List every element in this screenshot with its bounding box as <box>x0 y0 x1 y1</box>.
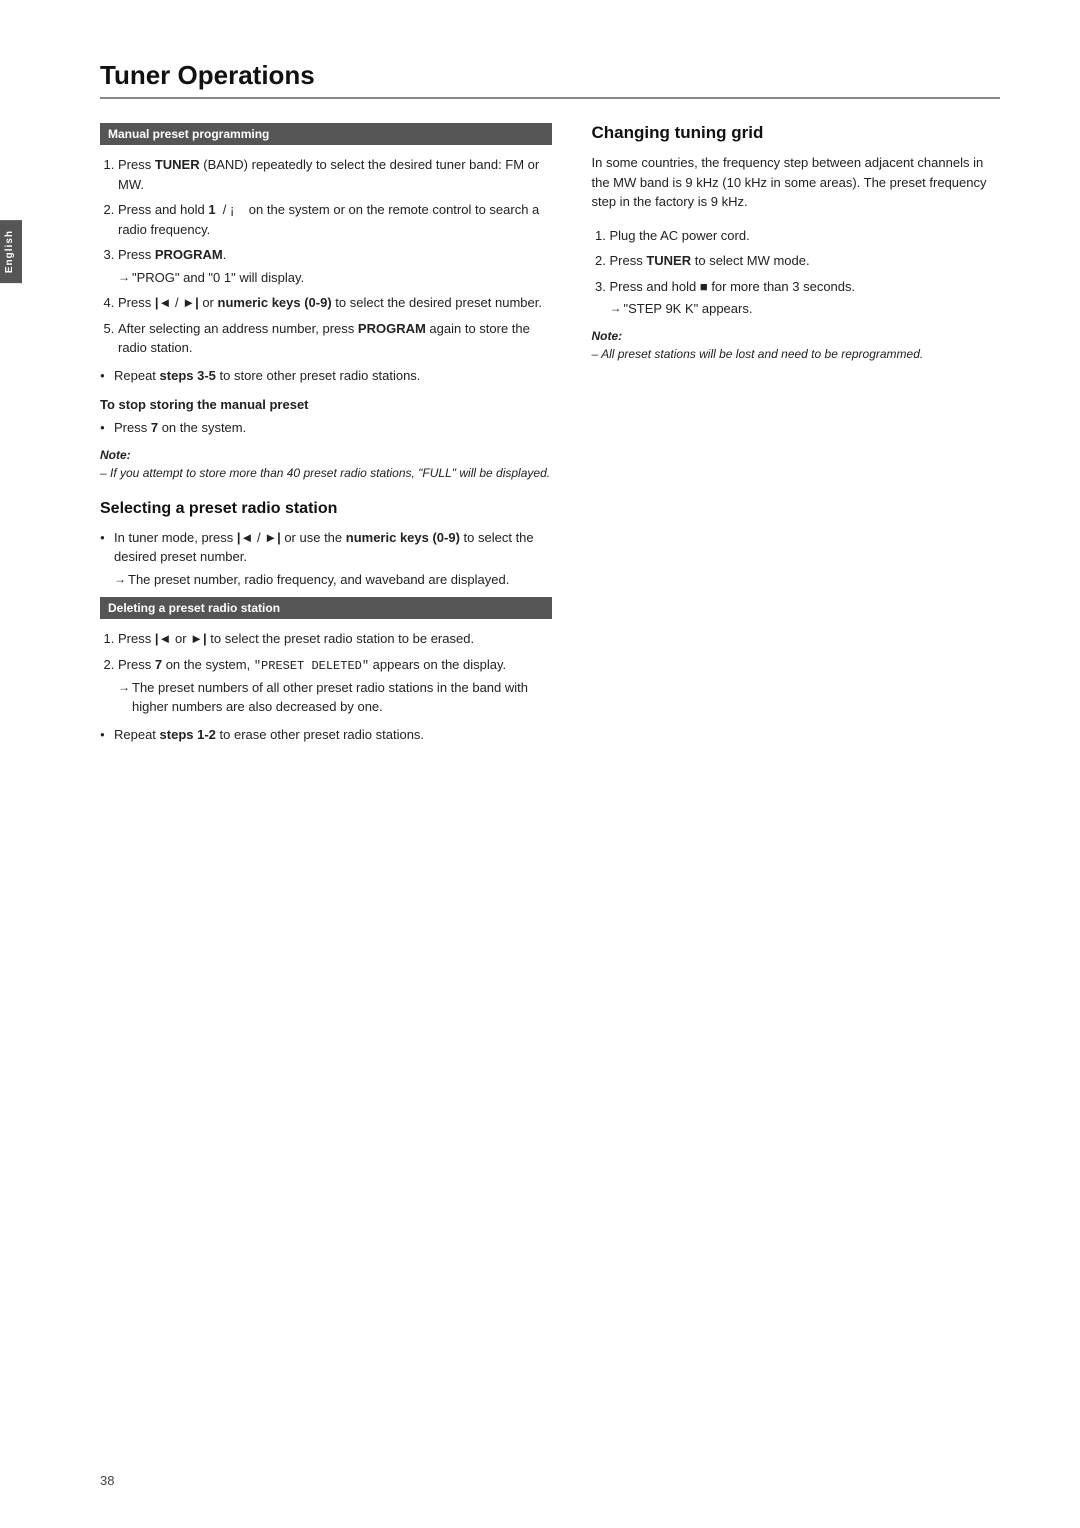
selecting-preset-title: Selecting a preset radio station <box>100 500 552 518</box>
arrow-note-step: "STEP 9K K" appears. <box>610 299 1001 319</box>
changing-tuning-intro: In some countries, the frequency step be… <box>592 153 1001 212</box>
numeric-keys-bold: numeric keys (0-9) <box>218 295 332 310</box>
deleting-preset-steps: Press |◄ or ►| to select the preset radi… <box>100 629 552 717</box>
7-bold: 7 <box>151 420 158 435</box>
language-tab: English <box>0 220 22 283</box>
list-item: Press 7 on the system, "PRESET DELETED" … <box>118 655 552 717</box>
changing-tuning-title: Changing tuning grid <box>592 123 1001 143</box>
left-column: Manual preset programming Press TUNER (B… <box>100 123 552 752</box>
list-item: Press TUNER to select MW mode. <box>610 251 1001 271</box>
list-item: Press PROGRAM. "PROG" and "0 1" will dis… <box>118 245 552 287</box>
list-item: Press and hold 1 / ¡ on the system or on… <box>118 200 552 239</box>
1-bold: 1 <box>208 202 215 217</box>
list-item: Plug the AC power cord. <box>610 226 1001 246</box>
deleting-preset-bullets: Repeat steps 1-2 to erase other preset r… <box>100 725 552 745</box>
deleting-preset-heading: Deleting a preset radio station <box>100 597 552 619</box>
next-bold2: ►| <box>264 530 281 545</box>
list-item: Press 7 on the system. <box>100 418 552 438</box>
page: English Tuner Operations Manual preset p… <box>0 0 1080 1528</box>
tuner-bold2: TUNER <box>646 253 691 268</box>
numeric-keys-bold2: numeric keys (0-9) <box>346 530 460 545</box>
prev-bold: |◄ <box>155 295 172 310</box>
list-item: Repeat steps 3-5 to store other preset r… <box>100 366 552 386</box>
7-bold2: 7 <box>155 657 162 672</box>
selecting-preset-list: In tuner mode, press |◄ / ►| or use the … <box>100 528 552 590</box>
manual-preset-note: Note: – If you attempt to store more tha… <box>100 446 552 482</box>
page-number: 38 <box>100 1473 114 1488</box>
arrow-note-prog: "PROG" and "0 1" will display. <box>118 268 552 288</box>
steps-35-bold: steps 3-5 <box>160 368 216 383</box>
manual-preset-bullets: Repeat steps 3-5 to store other preset r… <box>100 366 552 386</box>
note-label2: Note: <box>592 329 623 343</box>
stop-bold: ■ <box>700 279 708 294</box>
arrow-note-delete: The preset numbers of all other preset r… <box>118 678 552 717</box>
next-bold: ►| <box>182 295 199 310</box>
steps-12-bold: steps 1-2 <box>160 727 216 742</box>
list-item: Press and hold ■ for more than 3 seconds… <box>610 277 1001 319</box>
prev-bold2: |◄ <box>237 530 254 545</box>
two-column-layout: Manual preset programming Press TUNER (B… <box>100 123 1000 752</box>
stop-storing-list: Press 7 on the system. <box>100 418 552 438</box>
manual-preset-steps: Press TUNER (BAND) repeatedly to select … <box>100 155 552 358</box>
program-bold: PROGRAM <box>155 247 223 262</box>
list-item: After selecting an address number, press… <box>118 319 552 358</box>
changing-tuning-steps: Plug the AC power cord. Press TUNER to s… <box>592 226 1001 319</box>
tuner-bold: TUNER <box>155 157 200 172</box>
note-label: Note: <box>100 448 131 462</box>
arrow-note-preset: The preset number, radio frequency, and … <box>114 570 552 590</box>
right-column: Changing tuning grid In some countries, … <box>592 123 1001 752</box>
list-item: In tuner mode, press |◄ / ►| or use the … <box>100 528 552 590</box>
next-bold3: ►| <box>190 631 207 646</box>
program-again-bold: PROGRAM <box>358 321 426 336</box>
list-item: Press TUNER (BAND) repeatedly to select … <box>118 155 552 194</box>
list-item: Press |◄ / ►| or numeric keys (0-9) to s… <box>118 293 552 313</box>
list-item: Press |◄ or ►| to select the preset radi… <box>118 629 552 649</box>
changing-tuning-note: Note: – All preset stations will be lost… <box>592 327 1001 363</box>
page-title: Tuner Operations <box>100 60 1000 99</box>
manual-preset-heading: Manual preset programming <box>100 123 552 145</box>
stop-storing-heading: To stop storing the manual preset <box>100 397 552 412</box>
preset-deleted-mono: "PRESET DELETED" <box>254 659 369 673</box>
prev-bold3: |◄ <box>155 631 172 646</box>
list-item: Repeat steps 1-2 to erase other preset r… <box>100 725 552 745</box>
